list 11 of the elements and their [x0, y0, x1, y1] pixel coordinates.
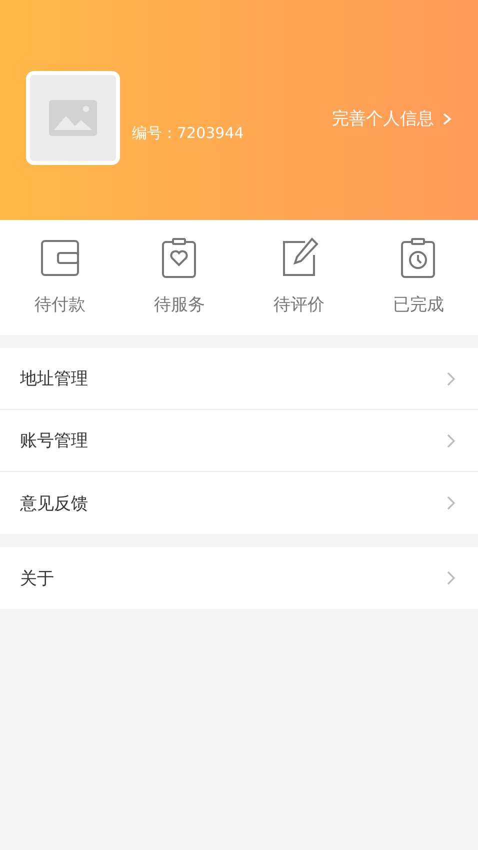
chevron-right-icon — [446, 370, 456, 386]
chevron-right-icon — [446, 495, 456, 511]
order-status-button[interactable]: 已完成 — [358, 220, 478, 335]
member-id: 编号：7203944 — [132, 124, 244, 143]
chevron-right-icon — [446, 570, 456, 586]
order-status-button[interactable]: 待服务 — [120, 220, 239, 335]
chevron-right-icon — [446, 432, 456, 448]
wallet-icon — [40, 237, 80, 279]
order-status-button[interactable]: 待评价 — [239, 220, 358, 335]
chevron-right-icon — [442, 112, 452, 126]
order-status-button[interactable]: 待付款 — [0, 220, 120, 335]
